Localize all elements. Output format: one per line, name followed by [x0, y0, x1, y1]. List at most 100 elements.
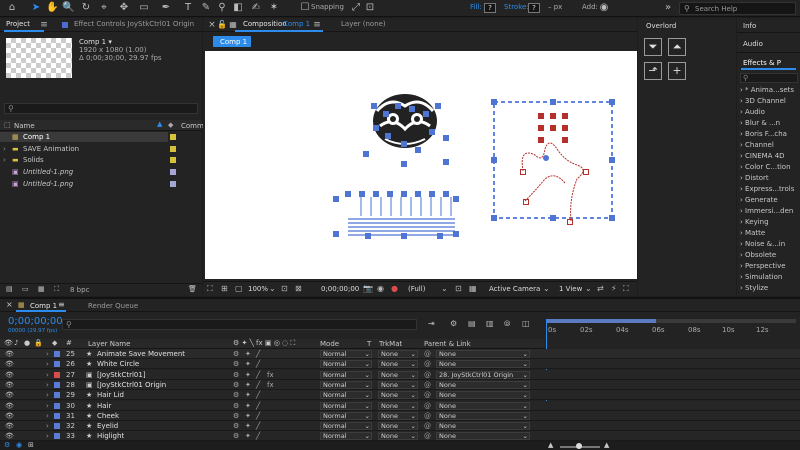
parent-dropdown[interactable]: None ⌄: [436, 432, 530, 441]
mode-dropdown[interactable]: Normal ⌄: [320, 422, 372, 431]
composition-viewer[interactable]: [205, 51, 637, 279]
zoom-in-icon[interactable]: ▲: [604, 441, 609, 449]
quality-switch-icon[interactable]: ╱: [256, 431, 260, 441]
mode-dropdown[interactable]: Normal ⌄: [320, 391, 372, 400]
shy-switch-icon[interactable]: ⚙: [233, 431, 239, 441]
hide-shy-layers-icon[interactable]: ▤: [468, 319, 476, 329]
table-row[interactable]: 👁 › 31 ★ Cheek ⚙ ✦ ╱ Normal ⌄ None ⌄ @ Non…: [0, 410, 800, 421]
current-timecode[interactable]: 0;00;00;00: [8, 316, 63, 327]
graph-editor-icon[interactable]: ◫: [522, 319, 530, 329]
always-preview-icon[interactable]: ⛶: [207, 284, 213, 294]
transfer-toggle-icon[interactable]: ◉: [16, 441, 22, 449]
shy-switch-icon[interactable]: ⚙: [233, 401, 239, 411]
flowchart-icon[interactable]: ⛶: [54, 285, 59, 294]
zoom-level[interactable]: 100%: [248, 285, 268, 293]
pickwhip-icon[interactable]: @: [424, 359, 431, 369]
expand-arrow-icon[interactable]: ›: [46, 359, 49, 369]
pickwhip-icon[interactable]: @: [424, 401, 431, 411]
mode-dropdown[interactable]: Normal ⌄: [320, 380, 372, 389]
visibility-eye-icon[interactable]: 👁: [5, 359, 14, 369]
quality-switch-icon[interactable]: ╱: [256, 370, 260, 380]
thumb-title[interactable]: Comp 1 ▾: [79, 38, 112, 46]
collapse-switch-icon[interactable]: ✦: [245, 349, 251, 359]
mask-visibility-icon[interactable]: ▢: [235, 284, 243, 294]
project-search-input[interactable]: ⚲: [4, 103, 198, 114]
audio-tab[interactable]: Audio: [743, 40, 763, 48]
selection-tool-icon[interactable]: ➤: [30, 2, 42, 14]
expand-arrow-icon[interactable]: ›: [46, 401, 49, 411]
effects-category[interactable]: › Stylize: [740, 283, 800, 293]
expand-arrow-icon[interactable]: ›: [46, 411, 49, 421]
tab-layer[interactable]: Layer (none): [341, 20, 386, 28]
effects-category[interactable]: › Channel: [740, 140, 800, 150]
effects-category[interactable]: › Noise &...in: [740, 239, 800, 249]
overlord-push-icon[interactable]: ⏷: [644, 38, 662, 56]
add-dropdown-icon[interactable]: ◉: [598, 2, 610, 14]
layer-name[interactable]: [JoyStkCtrl01]: [97, 370, 146, 380]
label-color-swatch[interactable]: [54, 412, 60, 419]
pen-tool-icon[interactable]: ✒: [160, 2, 172, 14]
zoom-out-icon[interactable]: ▲: [548, 441, 553, 449]
parent-dropdown[interactable]: None ⌄: [436, 350, 530, 358]
label-color-swatch[interactable]: [170, 181, 176, 187]
comp-subtab[interactable]: Comp 1: [213, 36, 251, 47]
label-color-swatch[interactable]: [54, 423, 60, 430]
effects-category[interactable]: › Matte: [740, 228, 800, 238]
visibility-eye-icon[interactable]: 👁: [5, 411, 14, 421]
effects-category[interactable]: › * Anima...sets: [740, 85, 800, 95]
draft-3d-icon[interactable]: ⚙: [450, 319, 457, 329]
trkmat-dropdown[interactable]: None ⌄: [378, 350, 418, 358]
rotate-tool-icon[interactable]: ↻: [80, 2, 92, 14]
layer-name[interactable]: [JoyStkCtrl01 Origin: [97, 380, 166, 390]
label-color-swatch[interactable]: [170, 134, 176, 140]
collapse-switch-icon[interactable]: ✦: [245, 390, 251, 400]
eraser-tool-icon[interactable]: ◧: [232, 2, 244, 14]
label-color-swatch[interactable]: [54, 361, 60, 368]
collapse-switch-icon[interactable]: ✦: [245, 401, 251, 411]
collapse-switch-icon[interactable]: ✦: [245, 411, 251, 421]
transparency-grid-icon[interactable]: ▦: [469, 284, 477, 294]
parent-dropdown[interactable]: None ⌄: [436, 411, 530, 420]
table-row[interactable]: 👁 › 28 ▣ [JoyStkCtrl01 Origin ⚙ ✦ ╱ fx N…: [0, 379, 800, 390]
label-color-swatch[interactable]: [170, 157, 176, 163]
trkmat-dropdown[interactable]: None ⌄: [378, 432, 418, 441]
info-tab[interactable]: Info: [743, 22, 756, 30]
tab-composition[interactable]: Composition: [243, 20, 287, 28]
grid-icon[interactable]: ⊡: [281, 284, 288, 294]
tab-effect-controls[interactable]: Effect Controls JoyStkCtrl01 Origin: [74, 20, 194, 28]
layer-name[interactable]: Cheek: [97, 411, 119, 421]
camera-dropdown[interactable]: Active Camera: [489, 285, 540, 293]
parent-dropdown[interactable]: None ⌄: [436, 380, 530, 389]
layer-name[interactable]: White Circle: [97, 359, 139, 369]
table-row[interactable]: 👁 › 25 ★ Animate Save Movement ⚙ ✦ ╱ Nor…: [0, 349, 800, 359]
motion-blur-icon[interactable]: ⦾: [504, 319, 510, 329]
visibility-eye-icon[interactable]: 👁: [5, 349, 14, 359]
search-help-field[interactable]: ⚲ Search Help: [679, 2, 796, 15]
delete-icon[interactable]: 🗑: [188, 285, 197, 293]
label-color-swatch[interactable]: [54, 433, 60, 440]
interpret-footage-icon[interactable]: ▤: [6, 285, 13, 293]
expand-arrow-icon[interactable]: ›: [3, 155, 6, 165]
parent-dropdown[interactable]: None ⌄: [436, 422, 530, 431]
home-icon[interactable]: ⌂: [6, 2, 18, 14]
collapse-switch-icon[interactable]: ✦: [245, 431, 251, 441]
expand-arrow-icon[interactable]: ›: [46, 380, 49, 390]
close-tab-icon[interactable]: ×: [6, 300, 13, 309]
label-column-icon[interactable]: ⬚: [4, 121, 11, 129]
label-color-swatch[interactable]: [54, 351, 60, 357]
pan-behind-tool-icon[interactable]: ✥: [118, 2, 130, 14]
puppet-tool-icon[interactable]: ✶: [268, 2, 280, 14]
layer-name[interactable]: Higlight: [97, 431, 124, 441]
mode-dropdown[interactable]: Normal ⌄: [320, 350, 372, 358]
stroke-width-value[interactable]: – px: [548, 3, 562, 11]
pickwhip-icon[interactable]: @: [424, 411, 431, 421]
pickwhip-icon[interactable]: @: [424, 421, 431, 431]
list-item[interactable]: ▦ Comp 1: [0, 132, 168, 142]
layer-name[interactable]: Animate Save Movement: [97, 349, 185, 359]
effects-category[interactable]: › Obsolete: [740, 250, 800, 260]
effects-category[interactable]: › Simulation: [740, 272, 800, 282]
stroke-swatch[interactable]: ?: [528, 3, 540, 13]
visibility-eye-icon[interactable]: 👁: [5, 380, 14, 390]
snapping-checkbox[interactable]: ☐: [299, 2, 311, 14]
effects-search-input[interactable]: ⚲: [740, 73, 798, 83]
